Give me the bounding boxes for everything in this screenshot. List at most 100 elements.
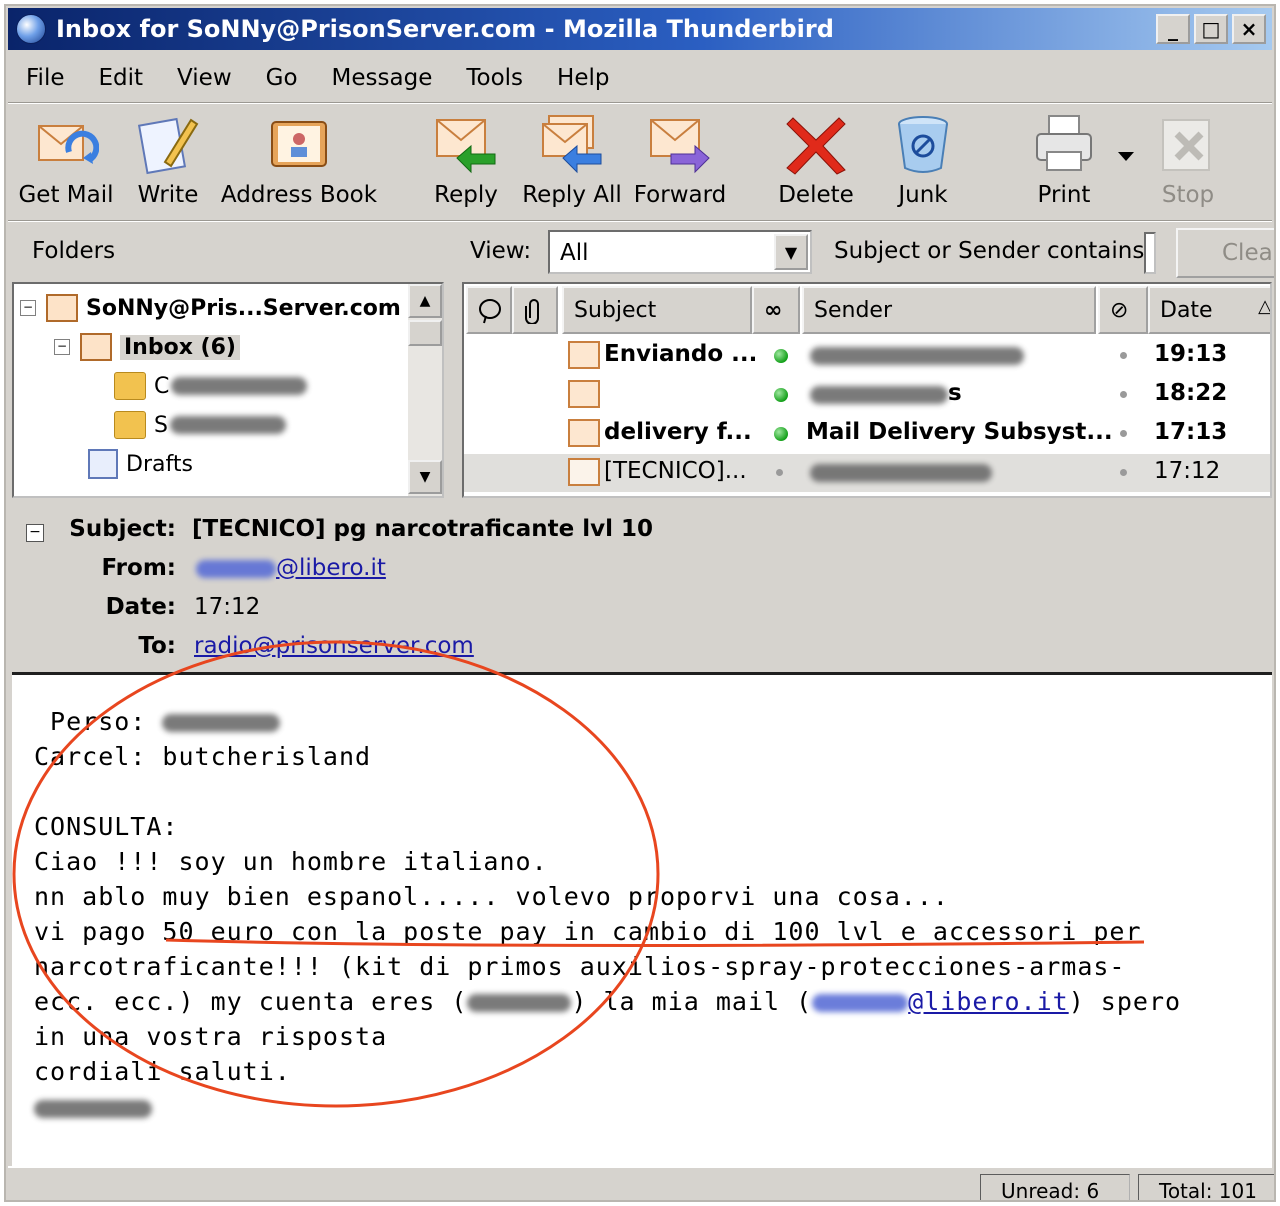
thunderbird-icon <box>16 14 46 44</box>
print-dropdown-icon[interactable] <box>1118 152 1134 161</box>
subject-value: [TECNICO] pg narcotraficante lvl 10 <box>192 516 653 542</box>
body-line: cordiali saluti. <box>34 1057 291 1086</box>
message-body: Perso: Carcel: butcherisland CONSULTA: C… <box>12 672 1272 1166</box>
redacted-text <box>169 416 286 434</box>
unread-dot-icon <box>774 349 788 363</box>
unread-dot-icon <box>774 427 788 441</box>
thread-column-header[interactable] <box>466 286 512 334</box>
search-input[interactable] <box>1144 232 1156 274</box>
folder-scrollbar[interactable]: ▲ ▼ <box>408 284 442 496</box>
folder-subfolder-1[interactable]: C <box>114 368 308 404</box>
scroll-up-icon[interactable]: ▲ <box>408 284 442 318</box>
print-button[interactable]: Print <box>1024 112 1104 214</box>
junk-column-header[interactable]: ⊘ <box>1098 286 1148 334</box>
date-value: 17:12 <box>194 594 261 620</box>
reply-all-button[interactable]: Reply All <box>520 112 624 214</box>
view-select[interactable]: All ▼ <box>548 230 812 274</box>
scroll-down-icon[interactable]: ▼ <box>408 460 442 494</box>
forward-icon <box>647 112 713 178</box>
subject-column-header[interactable]: Subject <box>562 286 752 334</box>
redacted-text <box>162 714 281 732</box>
subject-label: Subject: <box>69 516 176 542</box>
redacted-text <box>812 994 909 1012</box>
stop-button[interactable]: Stop <box>1154 112 1222 214</box>
write-button[interactable]: Write <box>128 112 208 214</box>
from-label: From: <box>101 555 176 581</box>
thread-icon <box>479 299 501 324</box>
title-bar: Inbox for SoNNy@PrisonServer.com - Mozil… <box>8 8 1272 50</box>
forward-button[interactable]: Forward <box>632 112 728 214</box>
collapse-header-icon[interactable]: − <box>26 524 44 542</box>
address-book-button[interactable]: Address Book <box>221 112 377 214</box>
clear-button[interactable]: Clear <box>1176 228 1274 278</box>
folder-pane: − SoNNy@Pris...Server.com − Inbox (6) C … <box>12 282 444 498</box>
folder-subfolder-2[interactable]: S <box>114 407 286 443</box>
inbox-icon <box>80 333 112 361</box>
glasses-icon: ∞ <box>764 298 783 323</box>
from-value[interactable]: @libero.it <box>196 555 386 581</box>
junk-dot-icon <box>1120 391 1127 398</box>
body-line: nn ablo muy bien espanol..... volevo pro… <box>34 882 949 911</box>
thread-row[interactable]: delivery f... Mail Delivery Subsyst... 1… <box>464 415 1270 453</box>
sender-column-header[interactable]: Sender <box>802 286 1096 334</box>
thread-row[interactable]: Enviando ... 19:13 <box>464 337 1270 375</box>
read-column-header[interactable]: ∞ <box>752 286 800 334</box>
menu-bar: File Edit View Go Message Tools Help <box>8 58 643 98</box>
thread-row-selected[interactable]: [TECNICO]... 17:12 <box>464 454 1270 492</box>
menu-go[interactable]: Go <box>266 65 298 91</box>
menu-file[interactable]: File <box>26 65 65 91</box>
menu-edit[interactable]: Edit <box>99 65 144 91</box>
collapse-icon[interactable]: − <box>20 300 36 316</box>
junk-status-icon: ⊘ <box>1110 298 1129 323</box>
folder-account[interactable]: − SoNNy@Pris...Server.com <box>20 290 401 326</box>
chevron-down-icon[interactable]: ▼ <box>774 234 808 270</box>
close-button[interactable]: × <box>1232 14 1266 44</box>
redacted-text <box>171 377 308 395</box>
reply-all-icon <box>539 112 605 178</box>
main-toolbar: Get Mail Write Address Book Reply Reply … <box>8 106 1272 218</box>
filter-bar: Folders View: All ▼ Subject or Sender co… <box>8 224 1274 280</box>
thread-row[interactable]: s 18:22 <box>464 376 1270 414</box>
redacted-text <box>467 994 572 1012</box>
read-dot-icon <box>776 469 783 476</box>
attachment-column-header[interactable] <box>512 286 558 334</box>
minimize-button[interactable]: _ <box>1156 14 1190 44</box>
get-mail-button[interactable]: Get Mail <box>18 112 114 214</box>
junk-button[interactable]: Junk <box>888 112 958 214</box>
maximize-button[interactable]: □ <box>1194 14 1228 44</box>
menu-view[interactable]: View <box>177 65 232 91</box>
junk-dot-icon <box>1120 352 1127 359</box>
junk-dot-icon <box>1120 430 1127 437</box>
delete-button[interactable]: Delete <box>778 112 854 214</box>
body-line: CONSULTA: <box>34 812 179 841</box>
window-title: Inbox for SoNNy@PrisonServer.com - Mozil… <box>56 15 834 43</box>
message-header: − Subject: [TECNICO] pg narcotraficante … <box>12 508 1272 670</box>
menu-message[interactable]: Message <box>332 65 433 91</box>
redacted-text <box>196 559 276 578</box>
reply-button[interactable]: Reply <box>426 112 506 214</box>
unread-mail-icon <box>568 341 600 369</box>
menu-tools[interactable]: Tools <box>466 65 523 91</box>
attachment-icon <box>525 299 539 325</box>
redacted-text <box>810 347 1024 365</box>
get-mail-icon <box>33 112 100 178</box>
thunderbird-window: Inbox for SoNNy@PrisonServer.com - Mozil… <box>4 4 1276 1202</box>
folders-label: Folders <box>32 238 116 264</box>
body-line: Ciao !!! soy un hombre italiano. <box>34 847 548 876</box>
write-icon <box>135 112 201 178</box>
to-value[interactable]: radio@prisonserver.com <box>194 633 474 659</box>
menu-help[interactable]: Help <box>557 65 609 91</box>
view-select-value: All <box>560 240 589 266</box>
address-book-icon <box>266 112 332 178</box>
thread-pane: Subject ∞ Sender ⊘ Date △ Enviando ... 1… <box>462 282 1272 498</box>
date-column-header[interactable]: Date △ <box>1148 286 1270 334</box>
to-label: To: <box>138 633 176 659</box>
folder-inbox[interactable]: − Inbox (6) <box>54 329 240 365</box>
delete-icon <box>783 112 849 178</box>
scroll-thumb[interactable] <box>408 320 442 346</box>
drafts-icon <box>88 449 118 479</box>
folder-drafts[interactable]: Drafts <box>88 446 193 482</box>
redacted-text <box>810 386 948 404</box>
collapse-icon[interactable]: − <box>54 339 70 355</box>
search-label: Subject or Sender contains: <box>834 238 1153 264</box>
